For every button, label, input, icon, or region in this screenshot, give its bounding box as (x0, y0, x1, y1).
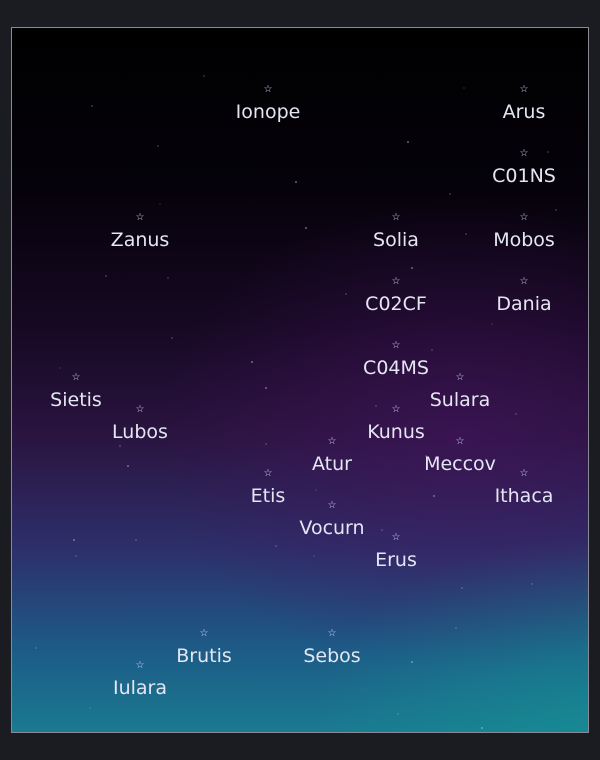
system-label: C01NS (492, 165, 556, 187)
background-star (59, 367, 61, 369)
background-star (73, 539, 75, 541)
star-icon: ☆ (71, 372, 81, 383)
system-label: Sebos (303, 645, 361, 667)
system-label: Sulara (429, 389, 491, 411)
system-label: Ithaca (494, 485, 554, 507)
background-star (127, 465, 129, 467)
background-star (157, 145, 159, 147)
background-star (547, 151, 549, 153)
star-icon: ☆ (135, 212, 145, 223)
background-star (159, 203, 161, 205)
background-star (397, 713, 399, 715)
star-icon: ☆ (391, 340, 401, 351)
background-star (251, 361, 253, 363)
background-star (491, 323, 493, 325)
system-label: C04MS (363, 357, 429, 379)
background-star (375, 405, 377, 407)
background-star (449, 193, 451, 195)
background-star (411, 267, 413, 269)
star-icon: ☆ (455, 436, 465, 447)
system-label: Lubos (112, 421, 168, 443)
system-label: Arus (502, 101, 546, 123)
background-star (411, 661, 413, 663)
system-label: Etis (250, 485, 286, 507)
background-star (89, 707, 91, 709)
star-icon: ☆ (199, 628, 209, 639)
star-icon: ☆ (519, 84, 529, 95)
system-label: Dania (496, 293, 552, 315)
star-icon: ☆ (455, 372, 465, 383)
background-star (461, 587, 463, 589)
star-icon: ☆ (519, 468, 529, 479)
background-star (407, 141, 409, 143)
star-icon: ☆ (391, 532, 401, 543)
background-star (515, 413, 517, 415)
background-star (105, 275, 107, 277)
background-star (531, 583, 533, 585)
background-star (203, 75, 205, 77)
star-icon: ☆ (135, 660, 145, 671)
system-label: Vocurn (299, 517, 365, 539)
background-star (463, 87, 465, 89)
background-star (135, 539, 137, 541)
system-label: Brutis (176, 645, 232, 667)
system-label: Sietis (50, 389, 102, 411)
star-icon: ☆ (327, 436, 337, 447)
background-star (167, 277, 169, 279)
background-star (275, 545, 277, 547)
background-star (265, 443, 267, 445)
system-label: Mobos (493, 229, 555, 251)
star-icon: ☆ (263, 84, 273, 95)
star-icon: ☆ (519, 212, 529, 223)
background-star (555, 209, 557, 211)
system-label: C02CF (365, 293, 427, 315)
system-label: Ionope (235, 101, 301, 123)
background-star (171, 337, 173, 339)
system-label: Erus (375, 549, 417, 571)
background-star (455, 627, 457, 629)
system-label: Zanus (110, 229, 170, 251)
system-label: Kunus (367, 421, 425, 443)
background-star (75, 555, 77, 557)
star-icon: ☆ (327, 500, 337, 511)
background-star (431, 349, 433, 351)
star-icon: ☆ (391, 276, 401, 287)
background-star (295, 181, 297, 183)
background-star (91, 105, 93, 107)
system-label: Atur (312, 453, 352, 475)
background-star (481, 727, 483, 729)
system-label: Meccov (424, 453, 496, 475)
star-icon: ☆ (327, 628, 337, 639)
system-label: Solia (373, 229, 419, 251)
star-icon: ☆ (263, 468, 273, 479)
star-icon: ☆ (519, 148, 529, 159)
background-star (313, 555, 315, 557)
star-icon: ☆ (519, 276, 529, 287)
star-map[interactable]: ☆ Ionope ☆ Arus ☆ C01NS ☆ Zanus ☆ Solia … (11, 27, 589, 733)
star-icon: ☆ (135, 404, 145, 415)
background-star (119, 445, 121, 447)
background-starfield (35, 75, 557, 729)
background-star (305, 227, 307, 229)
background-star (265, 387, 267, 389)
background-star (433, 495, 435, 497)
system-label: Iulara (112, 677, 168, 699)
star-icon: ☆ (391, 404, 401, 415)
background-star (35, 647, 37, 649)
star-icon: ☆ (391, 212, 401, 223)
